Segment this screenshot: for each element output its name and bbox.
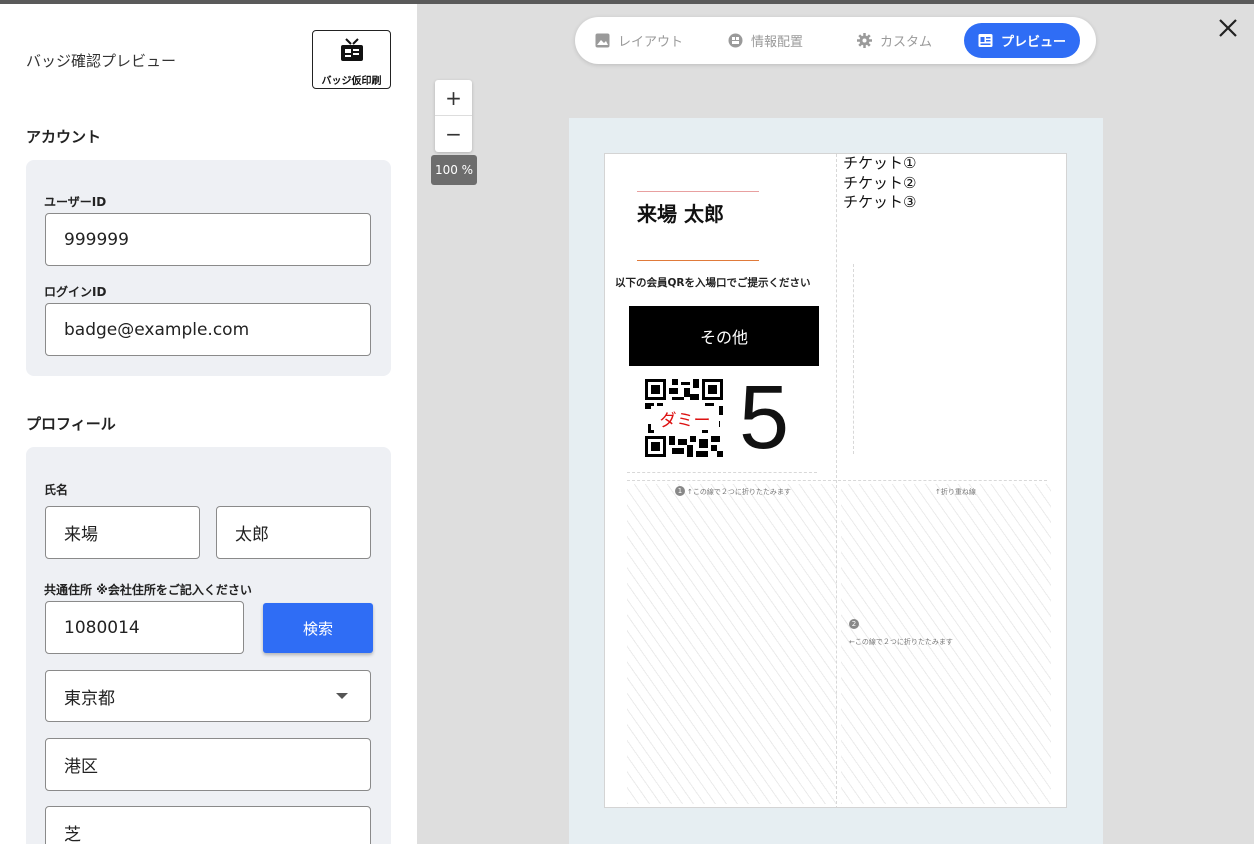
prefecture-select[interactable]: 東京都 xyxy=(45,670,371,722)
ticket-item: チケット① xyxy=(843,154,917,172)
login-id-field[interactable]: badge@example.com xyxy=(45,303,371,356)
tv-badge-icon xyxy=(339,37,365,67)
account-card: ユーザーID 999999 ログインID badge@example.com xyxy=(26,160,391,376)
fold-instruction-2: ←この線で２つに折りたたみます xyxy=(849,638,953,646)
tab-custom[interactable]: カスタム xyxy=(857,23,932,58)
tab-layout-label: レイアウト xyxy=(618,35,684,50)
tab-info-placement[interactable]: 情報配置 xyxy=(728,23,803,58)
badge-icon xyxy=(978,33,993,48)
last-name-field[interactable]: 来場 xyxy=(45,506,200,559)
badge-paper: 来場 太郎 以下の会員QRを入場口でご提示ください その他 ダミー 5 チケット… xyxy=(604,153,1067,808)
ticket-list: チケット① チケット② チケット③ xyxy=(843,154,916,213)
editor-tabs: レイアウト 情報配置 カスタム プレビュー xyxy=(575,17,1096,64)
address-label: 共通住所 ※会社住所をご記入ください xyxy=(44,583,252,597)
zoom-controls: + − xyxy=(435,80,472,152)
step-2-badge: 2 xyxy=(849,619,859,629)
tab-layout[interactable]: レイアウト xyxy=(595,23,683,58)
badge-form-panel: バッジ確認プレビュー バッジ仮印刷 アカウント ユーザーID 999999 ログ… xyxy=(0,4,417,844)
login-id-label: ログインID xyxy=(44,285,107,299)
print-button-label: バッジ仮印刷 xyxy=(321,76,382,87)
category-box: その他 xyxy=(629,306,819,366)
ticket-item: チケット② xyxy=(843,173,917,192)
qr-notice: 以下の会員QRを入場口でご提示ください xyxy=(615,277,811,289)
first-name-field[interactable]: 太郎 xyxy=(216,506,371,559)
caret-down-icon xyxy=(336,693,348,699)
step-1-badge: 1 xyxy=(675,486,685,496)
close-button[interactable] xyxy=(1214,14,1242,42)
guide-line-horizontal xyxy=(627,472,817,473)
address-search-button[interactable]: 検索 xyxy=(263,603,373,653)
guide-line-vertical xyxy=(853,264,854,454)
town-field[interactable]: 芝 xyxy=(45,806,371,844)
panel-title: バッジ確認プレビュー xyxy=(26,52,177,70)
zoom-out-button[interactable]: − xyxy=(435,116,472,152)
name-top-line xyxy=(637,191,759,192)
postal-code-field[interactable]: 1080014 xyxy=(45,601,244,654)
hatched-area-left xyxy=(627,484,837,804)
name-bottom-line xyxy=(637,260,759,261)
tab-preview-label: プレビュー xyxy=(1001,35,1067,50)
badge-test-print-button[interactable]: バッジ仮印刷 xyxy=(312,30,391,89)
user-id-field[interactable]: 999999 xyxy=(45,213,371,266)
tab-custom-label: カスタム xyxy=(880,35,933,50)
fold-instruction-1: ↑この線で２つに折りたたみます xyxy=(687,488,791,496)
name-label: 氏名 xyxy=(44,483,69,497)
prefecture-value: 東京都 xyxy=(64,688,115,709)
tab-info-placement-label: 情報配置 xyxy=(751,35,804,50)
user-id-label: ユーザーID xyxy=(44,195,107,209)
profile-section-title: プロフィール xyxy=(26,415,116,433)
fold-line-vertical xyxy=(836,154,837,807)
badge-number: 5 xyxy=(739,368,790,468)
image-icon xyxy=(595,33,610,48)
fold-line-label: ↑折り重ね線 xyxy=(935,488,976,496)
badge-name: 来場 太郎 xyxy=(637,202,724,226)
city-field[interactable]: 港区 xyxy=(45,738,371,791)
zoom-in-button[interactable]: + xyxy=(435,80,472,116)
tab-preview[interactable]: プレビュー xyxy=(964,23,1081,58)
close-icon xyxy=(1219,19,1237,37)
gear-icon xyxy=(857,33,872,48)
zoom-level: 100 % xyxy=(431,155,477,185)
ticket-item: チケット③ xyxy=(843,193,917,211)
fold-line-horizontal xyxy=(627,480,1047,481)
qr-dummy-label: ダミー xyxy=(651,406,719,431)
layout-icon xyxy=(728,33,743,48)
account-section-title: アカウント xyxy=(26,128,102,146)
